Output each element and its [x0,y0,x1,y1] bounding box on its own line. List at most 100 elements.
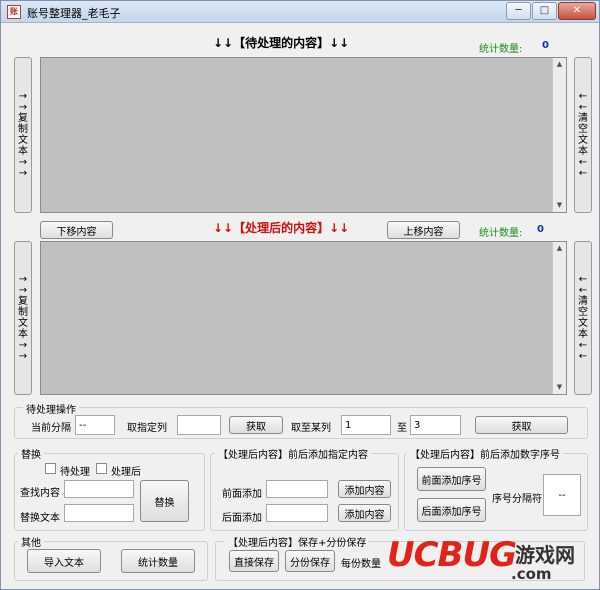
save-title: 【处理后内容】保存+分份保存 [225,534,370,549]
replace-text-label: 替换文本 [20,513,60,524]
pending-scrollbar[interactable]: ▲ ▼ [552,58,566,212]
scroll-up-arrow-icon[interactable]: ▲ [553,58,566,71]
range-from-input[interactable]: 1 [341,415,391,435]
current-sep-input[interactable]: -- [75,415,115,435]
maximize-button[interactable]: □ [532,2,557,20]
copy-text-button-bottom[interactable]: → → 复制文本 → → [14,241,32,395]
copy-top-char: → [18,91,28,102]
clear-text-button-top[interactable]: ← ← 清空文本 ← ← [574,57,592,213]
minimize-button[interactable]: ─ [506,2,531,20]
copy-top-char: → [18,168,28,179]
number-sep-label: 序号分隔符 [492,494,542,505]
middle-count-value: 0 [537,224,544,235]
range-to-label: 至 [397,423,407,434]
take-col-input[interactable] [177,415,221,435]
copy-bottom-char: 文 [18,318,28,329]
number-sep-input[interactable]: -- [543,474,581,516]
back-add-input[interactable] [266,504,328,522]
watermark-cn: 游戏网 [515,543,575,567]
current-sep-label: 当前分隔 [31,423,71,434]
copy-top-char: → [18,102,28,113]
copy-bottom-char: 制 [18,307,28,318]
clear-top-char: 清 [578,113,588,124]
close-button[interactable]: ✕ [558,2,596,20]
app-logo-icon: 账 [7,5,21,19]
pending-checkbox[interactable] [45,463,56,474]
clear-top-char: 空 [578,124,588,135]
copy-bottom-char: → [18,285,28,296]
ucbug-watermark-logo: UCBUG 游戏网 .com [383,531,599,589]
processed-content-textarea[interactable]: ▲ ▼ [40,241,567,395]
add-back-number-button[interactable]: 后面添加序号 [417,498,486,522]
move-down-button[interactable]: 下移内容 [40,221,113,239]
clear-bottom-char: 清 [578,296,588,307]
other-title: 其他 [18,534,44,549]
take-col-label: 取指定列 [127,423,167,434]
replace-button[interactable]: 替换 [140,480,189,522]
pending-content-textarea[interactable]: ▲ ▼ [40,57,567,213]
get-column-button[interactable]: 获取 [229,416,283,434]
range-to-input[interactable]: 3 [410,415,461,435]
scroll-up-arrow-icon[interactable]: ▲ [553,242,566,255]
add-front-number-button[interactable]: 前面添加序号 [417,467,486,491]
clear-bottom-char: 本 [578,329,588,340]
clear-top-char: ← [578,102,588,113]
copy-bottom-char: → [18,351,28,362]
find-input[interactable] [64,480,134,498]
scroll-down-arrow-icon[interactable]: ▼ [553,381,566,394]
add-front-content-button[interactable]: 添加内容 [338,480,391,498]
split-save-button[interactable]: 分份保存 [285,550,335,572]
stats-count-button[interactable]: 统计数量 [121,549,195,573]
clear-top-char: ← [578,168,588,179]
find-label: 查找内容 [20,488,60,499]
scroll-down-arrow-icon[interactable]: ▼ [553,199,566,212]
back-add-label: 后面添加 [222,513,262,524]
clear-top-char: 本 [578,146,588,157]
copy-bottom-char: → [18,274,28,285]
clear-bottom-char: ← [578,351,588,362]
add-number-title: 【处理后内容】前后添加数字序号 [407,446,563,461]
front-add-input[interactable] [266,480,328,498]
copy-text-button-top[interactable]: → → 复制文本 → → [14,57,32,213]
clear-bottom-char: ← [578,340,588,351]
pending-checkbox-label: 待处理 [60,467,90,478]
pending-ops-title: 待处理操作 [23,401,79,416]
add-content-title: 【处理后内容】前后添加指定内容 [215,446,371,461]
middle-count-label: 统计数量: [479,228,523,239]
copy-bottom-char: 复 [18,296,28,307]
take-range-label: 取至某列 [291,423,331,434]
import-text-button[interactable]: 导入文本 [27,549,101,573]
direct-save-button[interactable]: 直接保存 [229,550,279,572]
get-range-button[interactable]: 获取 [475,416,568,434]
clear-bottom-char: ← [578,274,588,285]
copy-top-char: 复 [18,113,28,124]
app-window: 账 账号整理器_老毛子 ─ □ ✕ ↓↓【待处理的内容】↓↓ 统计数量: 0 →… [0,0,600,590]
processed-checkbox-label: 处理后 [111,467,141,478]
move-up-button[interactable]: 上移内容 [387,221,460,239]
top-count-label: 统计数量: [479,44,523,55]
clear-top-char: 文 [578,135,588,146]
copy-bottom-char: → [18,340,28,351]
processed-scrollbar[interactable]: ▲ ▼ [552,242,566,394]
copy-top-char: 制 [18,124,28,135]
clear-top-char: ← [578,91,588,102]
top-count-value: 0 [542,40,549,51]
per-count-label: 每份数量 [341,559,381,570]
processed-checkbox[interactable] [96,463,107,474]
copy-bottom-char: 本 [18,329,28,340]
replace-text-input[interactable] [64,504,134,522]
copy-top-char: 文 [18,135,28,146]
clear-top-char: ← [578,157,588,168]
copy-top-char: → [18,157,28,168]
copy-top-char: 本 [18,146,28,157]
title-bar: 账 账号整理器_老毛子 ─ □ ✕ [1,1,599,23]
window-title: 账号整理器_老毛子 [27,7,121,20]
watermark-com: .com [511,565,552,583]
clear-bottom-char: ← [578,285,588,296]
add-back-content-button[interactable]: 添加内容 [338,504,391,522]
replace-title: 替换 [18,446,44,461]
clear-bottom-char: 文 [578,318,588,329]
watermark-brand: UCBUG [387,535,517,575]
clear-text-button-bottom[interactable]: ← ← 清空文本 ← ← [574,241,592,395]
clear-bottom-char: 空 [578,307,588,318]
